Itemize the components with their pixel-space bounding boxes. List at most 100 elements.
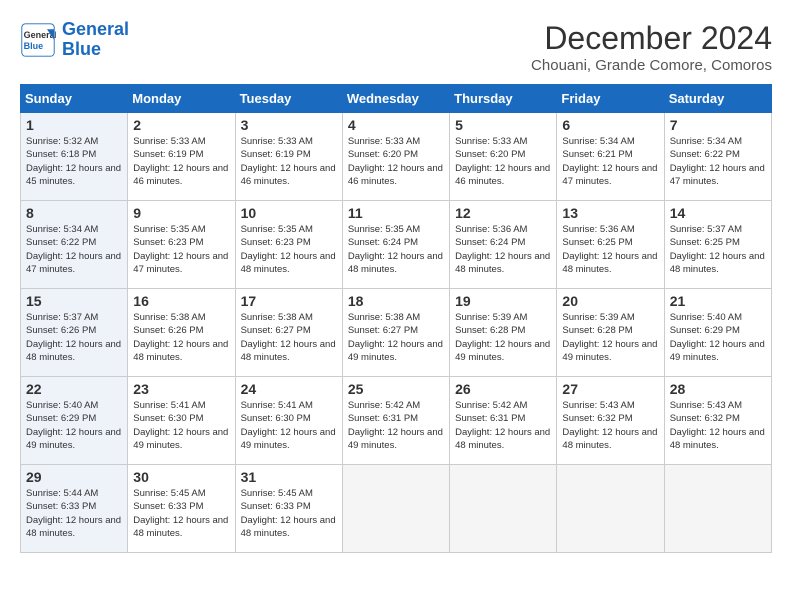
logo: General Blue General Blue (20, 20, 129, 60)
calendar-cell: 25 Sunrise: 5:42 AM Sunset: 6:31 PM Dayl… (342, 377, 449, 465)
day-info: Sunrise: 5:39 AM Sunset: 6:28 PM Dayligh… (455, 311, 551, 364)
sunrise-label: Sunrise: 5:35 AM (133, 224, 205, 235)
daylight-label: Daylight: 12 hours and 49 minutes. (133, 427, 228, 451)
sunrise-label: Sunrise: 5:37 AM (670, 224, 742, 235)
day-number: 22 (26, 381, 122, 397)
day-info: Sunrise: 5:42 AM Sunset: 6:31 PM Dayligh… (455, 399, 551, 452)
daylight-label: Daylight: 12 hours and 49 minutes. (241, 427, 336, 451)
day-number: 10 (241, 205, 337, 221)
col-monday: Monday (128, 85, 235, 113)
calendar-cell: 9 Sunrise: 5:35 AM Sunset: 6:23 PM Dayli… (128, 201, 235, 289)
day-number: 30 (133, 469, 229, 485)
day-number: 29 (26, 469, 122, 485)
calendar-cell: 11 Sunrise: 5:35 AM Sunset: 6:24 PM Dayl… (342, 201, 449, 289)
col-saturday: Saturday (664, 85, 771, 113)
page-header: General Blue General Blue December 2024 … (20, 20, 772, 74)
daylight-label: Daylight: 12 hours and 48 minutes. (26, 515, 121, 539)
sunset-label: Sunset: 6:22 PM (26, 237, 96, 248)
day-number: 31 (241, 469, 337, 485)
calendar-cell: 29 Sunrise: 5:44 AM Sunset: 6:33 PM Dayl… (21, 465, 128, 553)
day-info: Sunrise: 5:35 AM Sunset: 6:23 PM Dayligh… (241, 223, 337, 276)
calendar-cell: 28 Sunrise: 5:43 AM Sunset: 6:32 PM Dayl… (664, 377, 771, 465)
col-thursday: Thursday (450, 85, 557, 113)
calendar-cell: 6 Sunrise: 5:34 AM Sunset: 6:21 PM Dayli… (557, 113, 664, 201)
logo-blue: Blue (62, 39, 101, 59)
day-info: Sunrise: 5:43 AM Sunset: 6:32 PM Dayligh… (670, 399, 766, 452)
calendar-cell: 2 Sunrise: 5:33 AM Sunset: 6:19 PM Dayli… (128, 113, 235, 201)
daylight-label: Daylight: 12 hours and 48 minutes. (562, 251, 657, 275)
svg-text:Blue: Blue (24, 41, 44, 51)
day-number: 8 (26, 205, 122, 221)
day-info: Sunrise: 5:38 AM Sunset: 6:27 PM Dayligh… (348, 311, 444, 364)
daylight-label: Daylight: 12 hours and 46 minutes. (241, 163, 336, 187)
sunset-label: Sunset: 6:31 PM (455, 413, 525, 424)
day-number: 14 (670, 205, 766, 221)
col-friday: Friday (557, 85, 664, 113)
sunrise-label: Sunrise: 5:37 AM (26, 312, 98, 323)
sunset-label: Sunset: 6:24 PM (348, 237, 418, 248)
calendar-cell (664, 465, 771, 553)
title-area: December 2024 Chouani, Grande Comore, Co… (531, 20, 772, 74)
sunset-label: Sunset: 6:26 PM (26, 325, 96, 336)
daylight-label: Daylight: 12 hours and 48 minutes. (455, 427, 550, 451)
sunrise-label: Sunrise: 5:38 AM (348, 312, 420, 323)
day-info: Sunrise: 5:42 AM Sunset: 6:31 PM Dayligh… (348, 399, 444, 452)
sunrise-label: Sunrise: 5:38 AM (241, 312, 313, 323)
day-number: 24 (241, 381, 337, 397)
calendar-cell: 5 Sunrise: 5:33 AM Sunset: 6:20 PM Dayli… (450, 113, 557, 201)
sunset-label: Sunset: 6:23 PM (133, 237, 203, 248)
calendar-cell (342, 465, 449, 553)
logo-general: General (62, 19, 129, 39)
calendar-cell: 27 Sunrise: 5:43 AM Sunset: 6:32 PM Dayl… (557, 377, 664, 465)
calendar: Sunday Monday Tuesday Wednesday Thursday… (20, 84, 772, 553)
daylight-label: Daylight: 12 hours and 48 minutes. (670, 427, 765, 451)
day-info: Sunrise: 5:40 AM Sunset: 6:29 PM Dayligh… (670, 311, 766, 364)
col-tuesday: Tuesday (235, 85, 342, 113)
day-number: 23 (133, 381, 229, 397)
sunset-label: Sunset: 6:29 PM (26, 413, 96, 424)
sunset-label: Sunset: 6:32 PM (562, 413, 632, 424)
daylight-label: Daylight: 12 hours and 48 minutes. (562, 427, 657, 451)
day-number: 3 (241, 117, 337, 133)
sunrise-label: Sunrise: 5:35 AM (241, 224, 313, 235)
day-number: 19 (455, 293, 551, 309)
sunset-label: Sunset: 6:20 PM (348, 149, 418, 160)
calendar-cell: 12 Sunrise: 5:36 AM Sunset: 6:24 PM Dayl… (450, 201, 557, 289)
calendar-cell: 31 Sunrise: 5:45 AM Sunset: 6:33 PM Dayl… (235, 465, 342, 553)
sunrise-label: Sunrise: 5:34 AM (562, 136, 634, 147)
sunrise-label: Sunrise: 5:39 AM (455, 312, 527, 323)
day-info: Sunrise: 5:35 AM Sunset: 6:23 PM Dayligh… (133, 223, 229, 276)
sunrise-label: Sunrise: 5:34 AM (670, 136, 742, 147)
day-number: 20 (562, 293, 658, 309)
day-number: 25 (348, 381, 444, 397)
sunset-label: Sunset: 6:25 PM (562, 237, 632, 248)
calendar-cell: 13 Sunrise: 5:36 AM Sunset: 6:25 PM Dayl… (557, 201, 664, 289)
daylight-label: Daylight: 12 hours and 46 minutes. (133, 163, 228, 187)
calendar-cell: 15 Sunrise: 5:37 AM Sunset: 6:26 PM Dayl… (21, 289, 128, 377)
day-number: 18 (348, 293, 444, 309)
sunset-label: Sunset: 6:23 PM (241, 237, 311, 248)
sunrise-label: Sunrise: 5:34 AM (26, 224, 98, 235)
sunrise-label: Sunrise: 5:45 AM (133, 488, 205, 499)
day-info: Sunrise: 5:37 AM Sunset: 6:25 PM Dayligh… (670, 223, 766, 276)
calendar-cell: 10 Sunrise: 5:35 AM Sunset: 6:23 PM Dayl… (235, 201, 342, 289)
day-info: Sunrise: 5:32 AM Sunset: 6:18 PM Dayligh… (26, 135, 122, 188)
sunset-label: Sunset: 6:24 PM (455, 237, 525, 248)
day-number: 2 (133, 117, 229, 133)
calendar-cell (557, 465, 664, 553)
calendar-cell: 21 Sunrise: 5:40 AM Sunset: 6:29 PM Dayl… (664, 289, 771, 377)
daylight-label: Daylight: 12 hours and 48 minutes. (348, 251, 443, 275)
daylight-label: Daylight: 12 hours and 47 minutes. (133, 251, 228, 275)
daylight-label: Daylight: 12 hours and 49 minutes. (348, 339, 443, 363)
day-info: Sunrise: 5:34 AM Sunset: 6:22 PM Dayligh… (26, 223, 122, 276)
day-number: 6 (562, 117, 658, 133)
daylight-label: Daylight: 12 hours and 49 minutes. (562, 339, 657, 363)
location-title: Chouani, Grande Comore, Comoros (531, 57, 772, 74)
day-info: Sunrise: 5:33 AM Sunset: 6:20 PM Dayligh… (455, 135, 551, 188)
calendar-cell: 19 Sunrise: 5:39 AM Sunset: 6:28 PM Dayl… (450, 289, 557, 377)
logo-text: General Blue (62, 20, 129, 60)
daylight-label: Daylight: 12 hours and 48 minutes. (133, 515, 228, 539)
calendar-week-4: 22 Sunrise: 5:40 AM Sunset: 6:29 PM Dayl… (21, 377, 772, 465)
sunrise-label: Sunrise: 5:33 AM (133, 136, 205, 147)
day-number: 11 (348, 205, 444, 221)
